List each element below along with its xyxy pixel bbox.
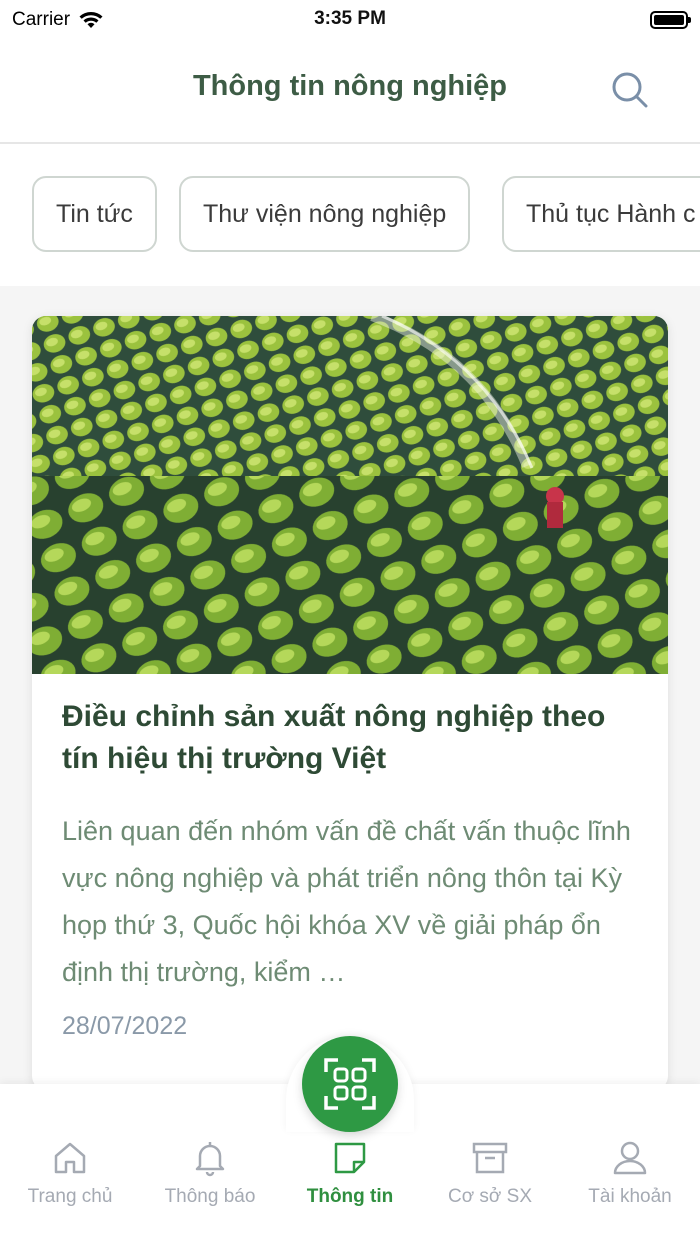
article-summary: Liên quan đến nhóm vấn đề chất vấn thuộc… — [62, 816, 631, 987]
nav-label: Thông tin — [306, 1186, 394, 1207]
tab-thu-tuc-hanh-chinh[interactable]: Thủ tục Hành c — [502, 176, 700, 252]
search-icon — [612, 72, 648, 108]
qr-scan-icon — [324, 1058, 376, 1110]
note-icon — [334, 1142, 366, 1174]
page-title: Thông tin nông nghiệp — [192, 70, 508, 102]
wifi-icon — [79, 12, 103, 28]
nav-item-co-so-sx[interactable]: Cơ sở SX — [420, 1138, 560, 1208]
status-left: Carrier — [12, 9, 104, 31]
nav-item-trang-chu[interactable]: Trang chủ — [0, 1138, 140, 1208]
archive-box-icon — [472, 1142, 508, 1174]
tab-thu-vien-nong-nghiep[interactable]: Thư viện nông nghiệp — [179, 176, 471, 252]
search-button[interactable] — [608, 68, 652, 112]
nav-label: Thông báo — [164, 1186, 256, 1207]
header: Thông tin nông nghiệp — [0, 40, 700, 144]
nav-label: Trang chủ — [27, 1186, 113, 1207]
battery-icon — [650, 11, 691, 29]
article-date: 28/07/2022 — [62, 1012, 188, 1040]
nav-item-thong-bao[interactable]: Thông báo — [140, 1138, 280, 1208]
tab-tin-tuc[interactable]: Tin tức — [32, 176, 157, 252]
article-card[interactable]: Điều chỉnh sản xuất nông nghiệp theo tín… — [32, 316, 668, 1090]
home-icon — [54, 1142, 86, 1174]
nav-item-tai-khoan[interactable]: Tài khoản — [560, 1138, 700, 1208]
nav-label: Cơ sở SX — [447, 1186, 533, 1207]
category-tabs: Tin tức Thư viện nông nghiệp Thủ tục Hàn… — [0, 146, 700, 286]
qr-scan-button[interactable] — [302, 1036, 398, 1132]
user-icon — [613, 1141, 647, 1175]
status-bar: Carrier — [0, 0, 700, 40]
carrier-label: Carrier — [12, 9, 71, 30]
nav-label: Tài khoản — [588, 1186, 672, 1207]
nav-item-thong-tin[interactable]: Thông tin — [280, 1138, 420, 1208]
article-title: Điều chỉnh sản xuất nông nghiệp theo tín… — [62, 700, 606, 775]
bell-icon — [195, 1142, 225, 1177]
article-image — [32, 316, 668, 674]
